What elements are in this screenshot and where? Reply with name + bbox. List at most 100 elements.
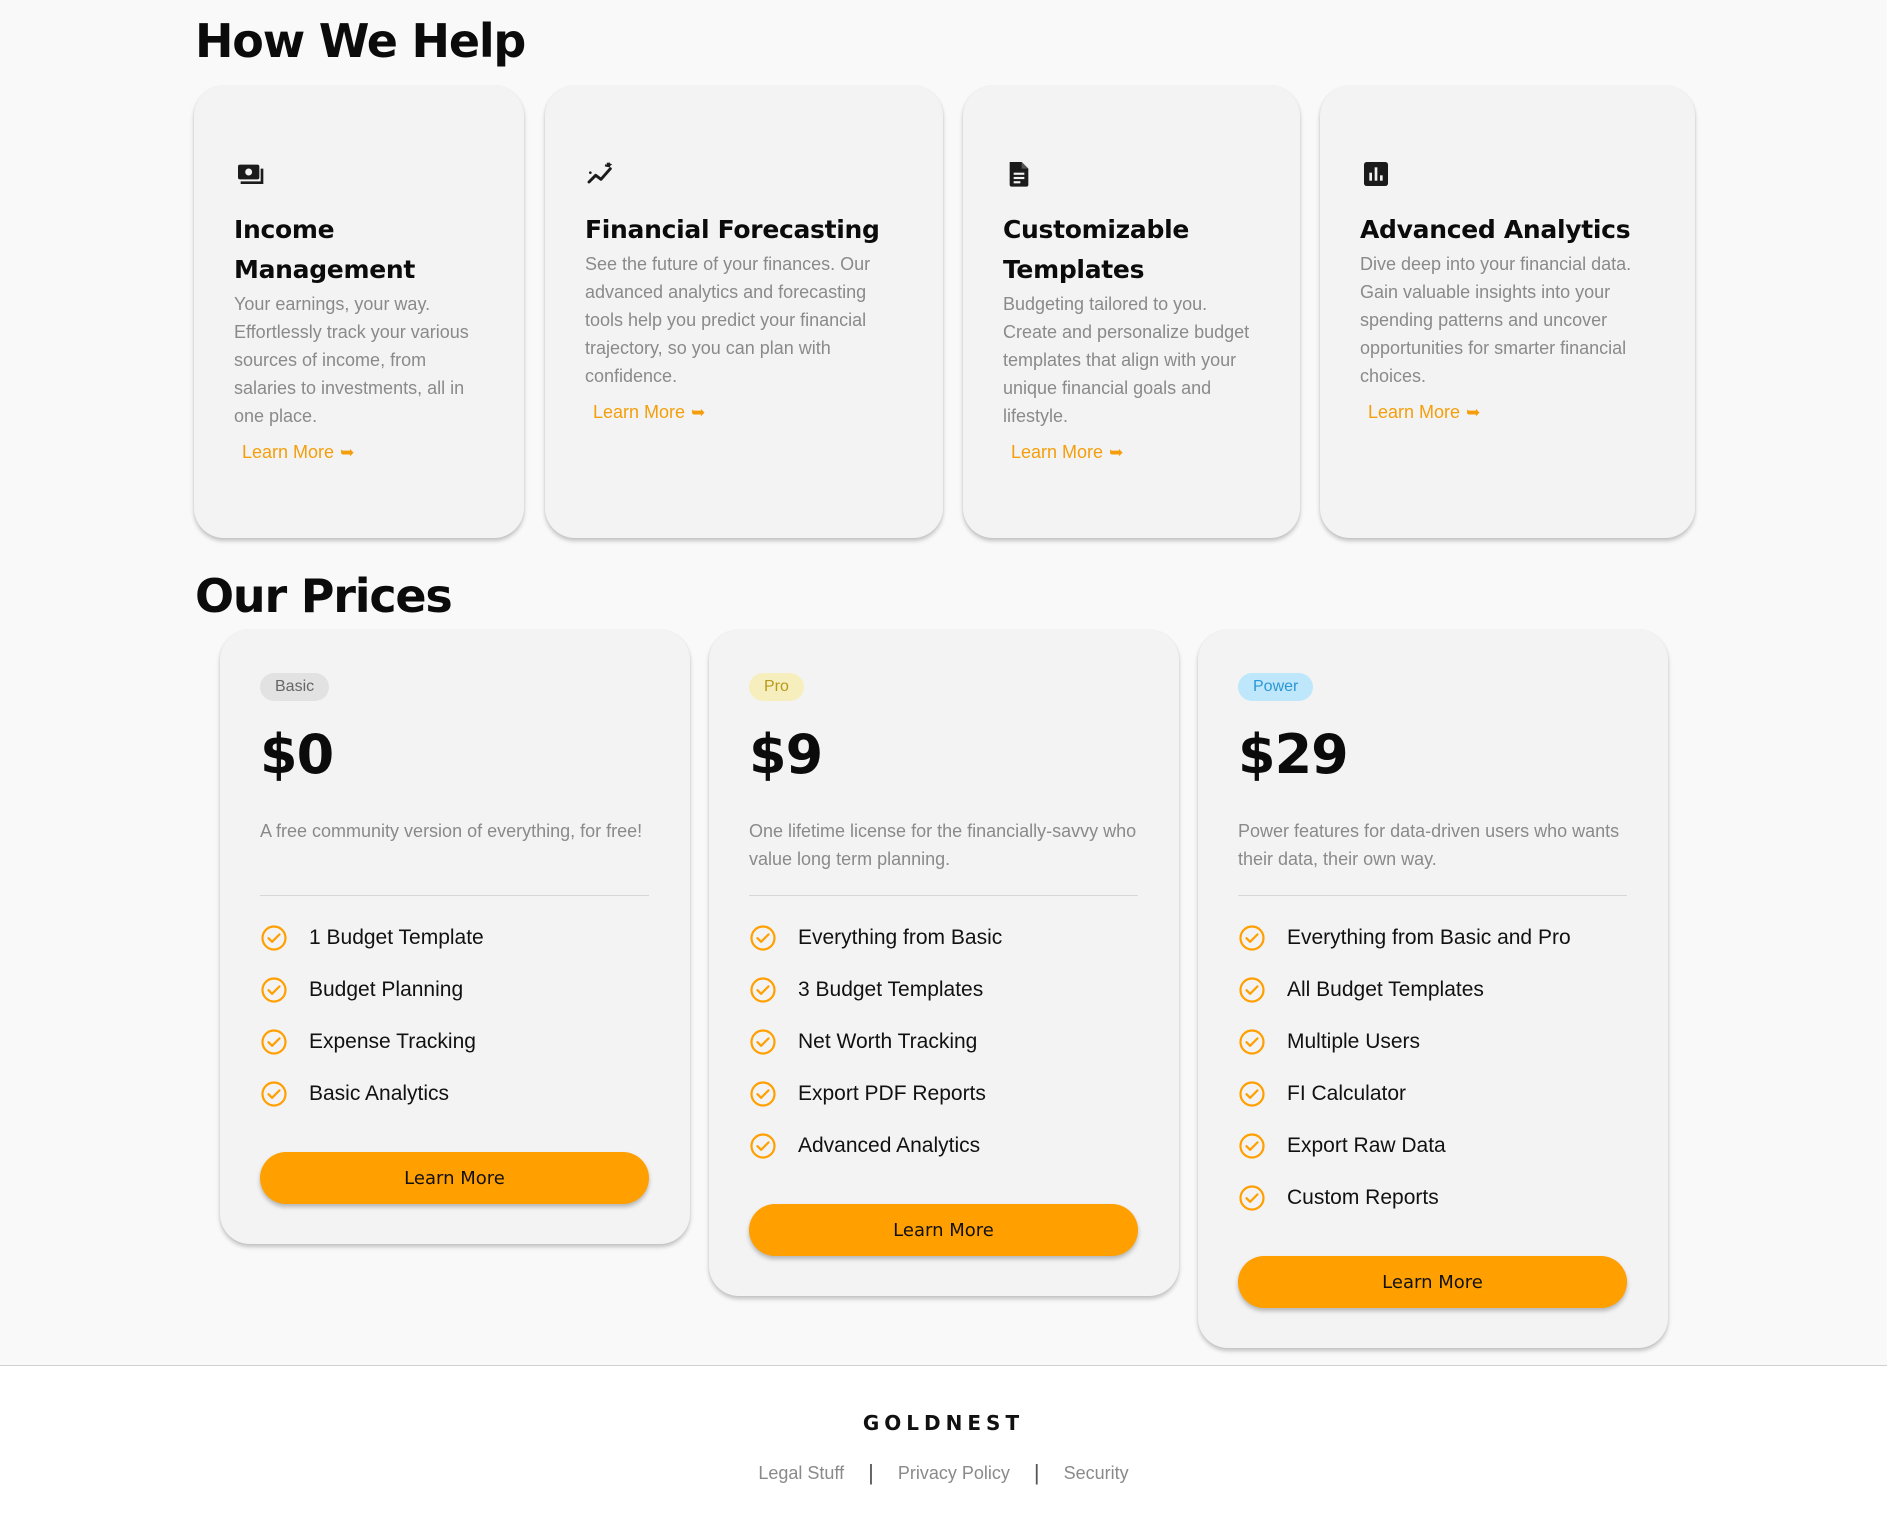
brand-logo: GOLDNEST [862, 1411, 1025, 1435]
plan-description: Power features for data-driven users who… [1238, 821, 1620, 869]
help-card-description: Budgeting tailored to you. Create and pe… [1003, 294, 1250, 426]
document-icon [1003, 158, 1035, 190]
help-card-title: Financial Forecasting [585, 215, 880, 244]
learn-more-button[interactable]: Learn More [1238, 1256, 1627, 1308]
feature-item: Net Worth Tracking [749, 1016, 1139, 1068]
check-circle-icon [749, 1028, 777, 1056]
help-card-description: See the future of your finances. Our adv… [585, 254, 871, 386]
feature-label: 1 Budget Template [309, 926, 484, 949]
feature-label: Basic Analytics [309, 1082, 450, 1105]
plan-badge: Basic [260, 673, 330, 701]
check-circle-icon [1238, 1184, 1266, 1212]
check-circle-icon [260, 924, 288, 952]
feature-list: Everything from Basic and Pro All Budget … [1238, 912, 1628, 1224]
feature-label: FI Calculator [1287, 1082, 1407, 1105]
feature-item: Everything from Basic [749, 912, 1139, 964]
check-circle-icon [1238, 1080, 1266, 1108]
trending-icon [585, 158, 617, 190]
check-circle-icon [749, 1080, 777, 1108]
learn-more-label: Learn More [242, 442, 335, 462]
learn-more-label: Learn More [593, 402, 686, 422]
plan-price: $29 [1238, 723, 1349, 786]
divider [1238, 895, 1627, 896]
arrow-right-icon: ➥ [340, 443, 355, 462]
plan-description: One lifetime license for the financially… [749, 821, 1137, 869]
learn-more-label: Learn More [1011, 442, 1104, 462]
separator: | [1033, 1460, 1040, 1485]
legal-stuff-link[interactable]: Legal Stuff [758, 1463, 844, 1483]
check-circle-icon [260, 1028, 288, 1056]
learn-more-link[interactable]: Learn More ➥ [593, 402, 705, 423]
feature-label: All Budget Templates [1287, 978, 1484, 1001]
learn-more-link[interactable]: Learn More ➥ [1368, 402, 1480, 423]
plan-description: A free community version of everything, … [260, 821, 643, 841]
feature-label: Everything from Basic and Pro [1287, 926, 1571, 949]
feature-item: Custom Reports [1238, 1172, 1628, 1224]
arrow-right-icon: ➥ [1109, 443, 1124, 462]
feature-item: Multiple Users [1238, 1016, 1628, 1068]
analytics-icon [1360, 158, 1392, 190]
footer-links: Legal Stuff | Privacy Policy | Security [0, 1460, 1887, 1486]
help-card-title: Customizable Templates [1003, 215, 1190, 284]
our-prices-title: Our Prices [195, 569, 453, 623]
help-card-advanced-analytics: Advanced Analytics Dive deep into your f… [1320, 86, 1695, 538]
arrow-right-icon: ➥ [691, 403, 706, 422]
learn-more-link[interactable]: Learn More ➥ [242, 442, 354, 463]
feature-item: FI Calculator [1238, 1068, 1628, 1120]
help-card-income-management: Income Management Your earnings, your wa… [194, 86, 524, 538]
check-circle-icon [260, 1080, 288, 1108]
plan-card-basic: Basic $0 A free community version of eve… [220, 630, 690, 1244]
footer: GOLDNEST Legal Stuff | Privacy Policy | Secu… [0, 1365, 1887, 1519]
learn-more-label: Learn More [1368, 402, 1461, 422]
feature-label: Export PDF Reports [798, 1082, 986, 1105]
feature-label: 3 Budget Templates [798, 978, 984, 1001]
help-card-customizable-templates: Customizable Templates Budgeting tailore… [963, 86, 1300, 538]
money-icon [234, 158, 266, 190]
feature-label: Advanced Analytics [798, 1134, 981, 1157]
feature-item: Advanced Analytics [749, 1120, 1139, 1172]
feature-label: Export Raw Data [1287, 1134, 1446, 1157]
learn-more-button[interactable]: Learn More [749, 1204, 1138, 1256]
security-link[interactable]: Security [1064, 1463, 1129, 1483]
plan-badge: Power [1238, 673, 1314, 701]
learn-more-link[interactable]: Learn More ➥ [1011, 442, 1123, 463]
plan-card-pro: Pro $9 One lifetime license for the fina… [709, 630, 1179, 1296]
check-circle-icon [260, 976, 288, 1004]
feature-item: Budget Planning [260, 964, 650, 1016]
help-card-description: Dive deep into your financial data. Gain… [1360, 254, 1632, 386]
plan-badge: Pro [749, 673, 804, 701]
help-card-description: Your earnings, your way. Effortlessly tr… [234, 294, 469, 426]
feature-item: 1 Budget Template [260, 912, 650, 964]
help-card-title: Income Management [234, 215, 416, 284]
privacy-policy-link[interactable]: Privacy Policy [898, 1463, 1010, 1483]
help-card-financial-forecasting: Financial Forecasting See the future of … [545, 86, 943, 538]
check-circle-icon [1238, 1132, 1266, 1160]
feature-item: Basic Analytics [260, 1068, 650, 1120]
check-circle-icon [749, 1132, 777, 1160]
feature-list: Everything from Basic 3 Budget Templates N… [749, 912, 1139, 1172]
feature-label: Custom Reports [1287, 1186, 1439, 1209]
feature-item: 3 Budget Templates [749, 964, 1139, 1016]
feature-item: Export PDF Reports [749, 1068, 1139, 1120]
help-card-title: Advanced Analytics [1360, 215, 1631, 244]
feature-label: Multiple Users [1287, 1030, 1421, 1053]
feature-label: Net Worth Tracking [798, 1030, 978, 1053]
plan-card-power: Power $29 Power features for data-driven… [1198, 630, 1668, 1348]
feature-item: Export Raw Data [1238, 1120, 1628, 1172]
arrow-right-icon: ➥ [1466, 403, 1481, 422]
check-circle-icon [1238, 976, 1266, 1004]
feature-label: Expense Tracking [309, 1030, 476, 1053]
feature-label: Everything from Basic [798, 926, 1003, 949]
check-circle-icon [1238, 1028, 1266, 1056]
feature-item: Everything from Basic and Pro [1238, 912, 1628, 964]
check-circle-icon [749, 924, 777, 952]
how-we-help-title: How We Help [195, 14, 526, 68]
plan-price: $9 [749, 723, 823, 786]
check-circle-icon [749, 976, 777, 1004]
learn-more-button[interactable]: Learn More [260, 1152, 649, 1204]
feature-item: Expense Tracking [260, 1016, 650, 1068]
divider [260, 895, 649, 896]
check-circle-icon [1238, 924, 1266, 952]
plan-price: $0 [260, 723, 334, 786]
feature-list: 1 Budget Template Budget Planning Expense … [260, 912, 650, 1120]
